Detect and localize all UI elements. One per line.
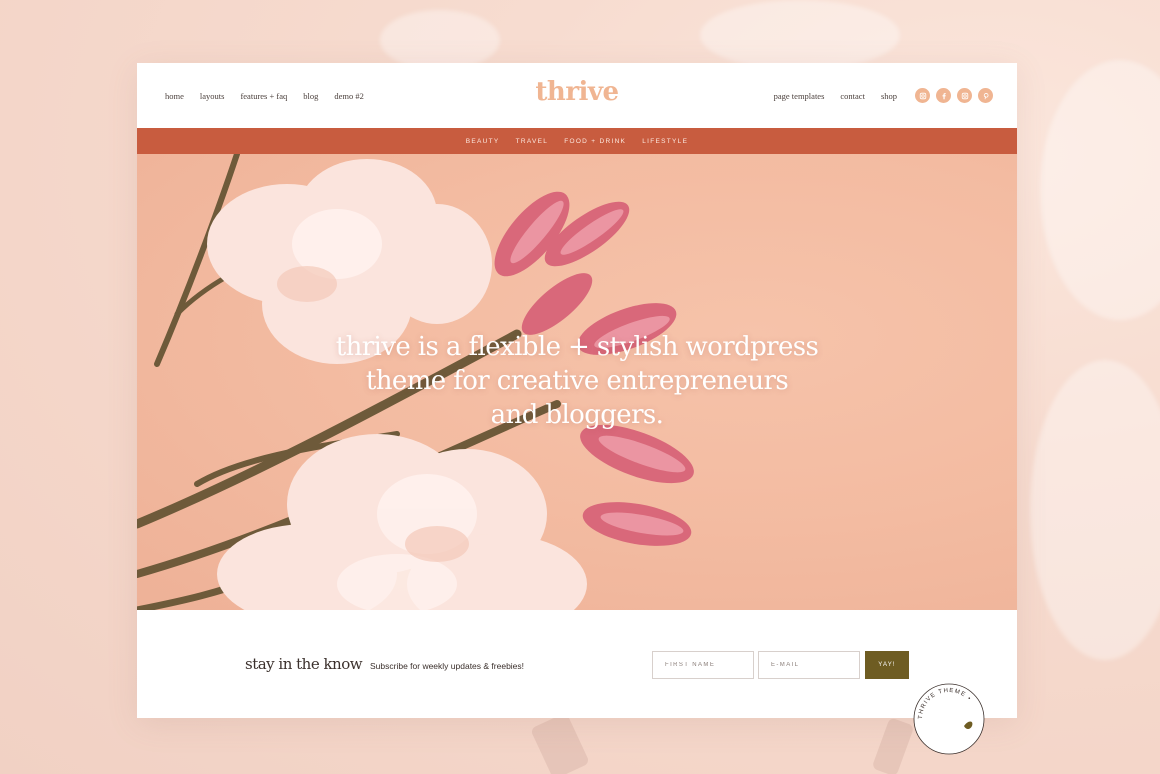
pinterest-icon[interactable] (978, 88, 993, 103)
primary-nav-right: page templates contact shop (774, 63, 993, 128)
nav-contact[interactable]: contact (840, 91, 865, 101)
theme-badge: THRIVE THEME • (913, 683, 985, 755)
instagram-icon[interactable] (957, 88, 972, 103)
category-lifestyle[interactable]: LIFESTYLE (642, 138, 688, 145)
social-links (915, 88, 993, 103)
background-stem (530, 712, 590, 774)
background-petal (1040, 60, 1160, 320)
email-field[interactable] (758, 651, 860, 679)
hero-line-3: and bloggers. (490, 400, 664, 430)
subscribe-button[interactable]: YAY! (865, 651, 909, 679)
subscribe-section: stay in the know Subscribe for weekly up… (137, 610, 1017, 718)
website-preview: home layouts features + faq blog demo #2… (137, 63, 1017, 718)
category-travel[interactable]: TRAVEL (516, 138, 549, 145)
category-beauty[interactable]: BEAUTY (466, 138, 500, 145)
site-header: home layouts features + faq blog demo #2… (137, 63, 1017, 128)
subscribe-title: stay in the know (245, 655, 363, 673)
hero-section: thrive is a flexible + stylish wordpress… (137, 154, 1017, 610)
nav-shop[interactable]: shop (881, 91, 897, 101)
nav-page-templates[interactable]: page templates (774, 91, 825, 101)
hero-headline: thrive is a flexible + stylish wordpress… (317, 330, 837, 432)
instagram-icon[interactable] (915, 88, 930, 103)
first-name-field[interactable] (652, 651, 754, 679)
category-food-drink[interactable]: FOOD + DRINK (564, 138, 626, 145)
background-petal (700, 0, 900, 70)
hero-line-2: theme for creative entrepreneurs (365, 366, 789, 396)
background-petal (1030, 360, 1160, 660)
facebook-icon[interactable] (936, 88, 951, 103)
subscribe-description: Subscribe for weekly updates & freebies! (370, 661, 525, 671)
hero-line-1: thrive is a flexible + stylish wordpress (335, 332, 819, 362)
background-stem (871, 717, 915, 774)
background-petal (380, 10, 500, 70)
category-bar: BEAUTY TRAVEL FOOD + DRINK LIFESTYLE (137, 128, 1017, 154)
